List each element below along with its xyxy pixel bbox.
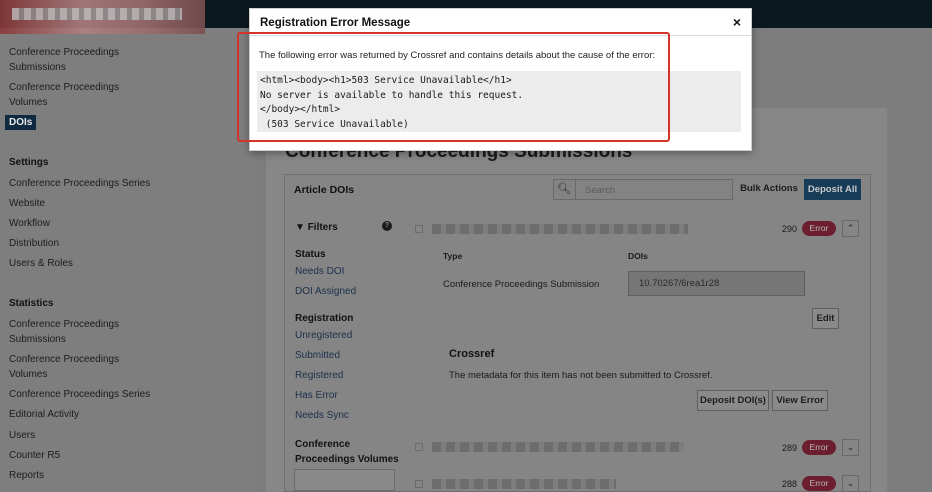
sidebar-item-stats-series[interactable]: Conference Proceedings Series xyxy=(9,387,159,402)
sidebar-item-volumes[interactable]: Conference Proceedings Volumes xyxy=(9,80,159,110)
sidebar-item-counter-r5[interactable]: Counter R5 xyxy=(9,448,159,463)
chevron-up-icon[interactable]: ⌃ xyxy=(842,220,859,237)
sidebar-item-workflow[interactable]: Workflow xyxy=(9,216,159,231)
sidebar-item-stats-submissions[interactable]: Conference Proceedings Submissions xyxy=(9,317,159,347)
row-checkbox[interactable] xyxy=(415,443,423,451)
filters-heading: ▼ Filters xyxy=(295,222,338,233)
status-badge: Error xyxy=(802,476,836,491)
settings-heading: Settings xyxy=(9,157,49,168)
status-heading: Status xyxy=(295,249,326,260)
doi-field[interactable]: 10.70267/6rea1r28 xyxy=(628,271,805,296)
help-icon[interactable]: ? xyxy=(382,221,392,231)
deposit-dois-button[interactable]: Deposit DOI(s) xyxy=(697,390,769,411)
card-title: Article DOIs xyxy=(294,184,355,196)
filter-submitted[interactable]: Submitted xyxy=(295,350,340,361)
redacted-row-title xyxy=(432,224,688,234)
type-column-header: Type xyxy=(443,251,463,261)
filter-doi-assigned[interactable]: DOI Assigned xyxy=(295,286,356,297)
row-checkbox[interactable] xyxy=(415,480,423,488)
redacted-row-title xyxy=(432,442,684,452)
deposit-all-button[interactable]: Deposit All xyxy=(804,179,861,200)
close-icon[interactable]: × xyxy=(733,15,741,29)
registration-heading: Registration xyxy=(295,313,354,324)
row-checkbox[interactable] xyxy=(415,225,423,233)
redacted-row-title xyxy=(432,479,616,489)
sidebar-item-series[interactable]: Conference Proceedings Series xyxy=(9,176,159,191)
sidebar-item-stats-volumes[interactable]: Conference Proceedings Volumes xyxy=(9,352,159,382)
sidebar-item-users-roles[interactable]: Users & Roles xyxy=(9,256,159,271)
dois-column-header: DOIs xyxy=(628,251,648,261)
sidebar-item-website[interactable]: Website xyxy=(9,196,159,211)
filter-needs-sync[interactable]: Needs Sync xyxy=(295,410,349,421)
filter-registered[interactable]: Registered xyxy=(295,370,343,381)
crossref-heading: Crossref xyxy=(449,348,495,360)
sidebar-item-editorial-activity[interactable]: Editorial Activity xyxy=(9,407,159,422)
sidebar-item-users[interactable]: Users xyxy=(9,428,159,443)
bulk-actions-button[interactable]: Bulk Actions xyxy=(737,179,801,200)
view-error-button[interactable]: View Error xyxy=(772,390,828,411)
row-count: 290 xyxy=(782,224,798,234)
status-badge: Error xyxy=(802,440,836,455)
crossref-status-text: The metadata for this item has not been … xyxy=(449,370,713,381)
filter-icon: ▼ xyxy=(295,222,305,233)
sidebar-item-dois[interactable]: DOIs xyxy=(5,115,37,130)
sidebar-item-distribution[interactable]: Distribution xyxy=(9,236,159,251)
row-count: 288 xyxy=(782,479,798,489)
redacted-site-name xyxy=(0,0,205,34)
row-count: 289 xyxy=(782,443,798,453)
filter-has-error[interactable]: Has Error xyxy=(295,390,338,401)
chevron-down-icon[interactable]: ⌄ xyxy=(842,439,859,456)
edit-button[interactable]: Edit xyxy=(812,308,839,329)
search-icon[interactable]: 🔍︎ xyxy=(553,179,576,200)
volumes-heading: Conference Proceedings Volumes xyxy=(295,439,399,465)
volumes-filter-input[interactable] xyxy=(294,469,395,491)
chevron-down-icon[interactable]: ⌄ xyxy=(842,475,859,492)
sidebar-item-submissions[interactable]: Conference Proceedings Submissions xyxy=(9,45,159,75)
sidebar-item-reports[interactable]: Reports xyxy=(9,468,159,483)
search-placeholder: Search xyxy=(585,185,616,196)
modal-title: Registration Error Message xyxy=(260,17,411,29)
filter-unregistered[interactable]: Unregistered xyxy=(295,330,352,341)
status-badge: Error xyxy=(802,221,836,236)
statistics-heading: Statistics xyxy=(9,298,54,309)
filter-needs-doi[interactable]: Needs DOI xyxy=(295,266,344,277)
type-value: Conference Proceedings Submission xyxy=(443,279,600,290)
highlight-annotation xyxy=(237,32,670,142)
search-input[interactable] xyxy=(553,179,733,200)
